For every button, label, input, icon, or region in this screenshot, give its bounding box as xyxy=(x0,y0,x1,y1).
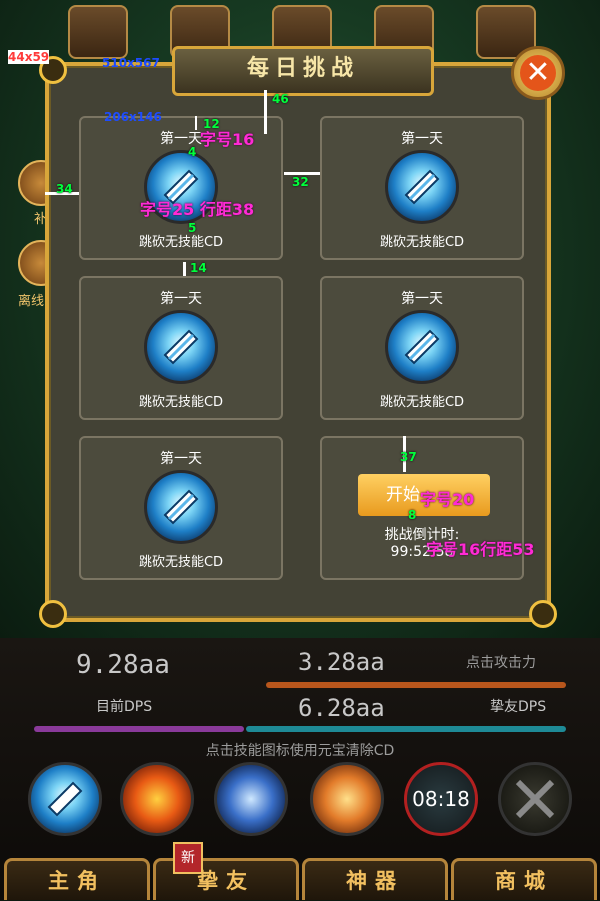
annotation-font-label: 字号25 行距38 xyxy=(140,200,255,219)
fire-warrior-skill-button[interactable] xyxy=(120,762,194,836)
close-x-icon: ✕ xyxy=(520,55,556,91)
current-dps-value: 9.28aa xyxy=(76,650,170,680)
jump-slash-skill-icon xyxy=(144,310,218,384)
challenge-card-day2[interactable]: 第一天 跳砍无技能CD xyxy=(320,116,524,260)
new-badge: 新 xyxy=(173,842,203,874)
card-skill-name: 跳砍无技能CD xyxy=(138,395,224,410)
annotation-gap: 32 xyxy=(292,175,309,189)
annotation-font-label: 字号20 xyxy=(420,490,475,509)
dialog-title: 每日挑战 xyxy=(172,46,434,96)
annotation-gap: 14 xyxy=(190,261,207,275)
annotation-gap: 34 xyxy=(56,182,73,196)
sword-icon xyxy=(47,781,83,817)
card-day-label: 第一天 xyxy=(160,451,202,467)
top-gear-icon[interactable] xyxy=(68,5,128,59)
annotation-ruler xyxy=(195,116,197,130)
current-dps-label: 目前DPS xyxy=(96,699,153,715)
panel-corner-ornament xyxy=(39,600,67,628)
card-day-label: 第一天 xyxy=(401,131,443,147)
attack-bar xyxy=(266,682,566,688)
jump-slash-skill-icon xyxy=(144,470,218,544)
annotation-card-size: 206x146 xyxy=(104,110,162,124)
challenge-card-day5[interactable]: 第一天 跳砍无技能CD xyxy=(79,436,283,580)
close-button[interactable]: ✕ xyxy=(511,46,565,100)
annotation-gap: 37 xyxy=(400,450,417,464)
skill-hint-text: 点击技能图标使用元宝清除CD xyxy=(205,743,395,759)
locked-skill-button[interactable] xyxy=(498,762,572,836)
attack-label: 点击攻击力 xyxy=(466,655,536,671)
friend-dps-value: 6.28aa xyxy=(298,694,385,722)
jump-slash-skill-icon xyxy=(385,150,459,224)
challenge-card-day4[interactable]: 第一天 跳砍无技能CD xyxy=(320,276,524,420)
annotation-font-label: 字号16 xyxy=(200,130,255,149)
current-dps-bar xyxy=(34,726,244,732)
friend-dps-label: 挚友DPS xyxy=(490,699,547,715)
card-skill-name: 跳砍无技能CD xyxy=(138,555,224,570)
jump-slash-skill-icon xyxy=(385,310,459,384)
tab-shop[interactable]: 商城 xyxy=(451,858,597,900)
annotation-font-label: 字号16行距53 xyxy=(426,540,535,559)
annotation-panel-size: 510x567 xyxy=(102,56,160,70)
attack-value: 3.28aa xyxy=(298,648,385,676)
annotation-ruler xyxy=(264,90,267,134)
friend-dps-bar xyxy=(246,726,566,732)
annotation-size-label: 44x59 xyxy=(8,50,50,64)
tab-artifact[interactable]: 神器 xyxy=(302,858,448,900)
side-label-2: 离线 xyxy=(18,294,45,309)
annotation-gap: 46 xyxy=(272,92,289,106)
annotation-gap: 8 xyxy=(408,508,417,522)
challenge-card-day3[interactable]: 第一天 跳砍无技能CD xyxy=(79,276,283,420)
fist-skill-button[interactable] xyxy=(310,762,384,836)
card-day-label: 第一天 xyxy=(160,291,202,307)
annotation-gap: 5 xyxy=(188,221,197,235)
cooldown-skill-button[interactable]: 08:18 xyxy=(404,762,478,836)
chain-lock-icon xyxy=(515,779,555,819)
card-skill-name: 跳砍无技能CD xyxy=(138,235,224,250)
card-day-label: 第一天 xyxy=(401,291,443,307)
lightning-warrior-skill-button[interactable] xyxy=(214,762,288,836)
tab-hero[interactable]: 主角 xyxy=(4,858,150,900)
card-skill-name: 跳砍无技能CD xyxy=(379,235,465,250)
panel-corner-ornament xyxy=(529,600,557,628)
annotation-ruler xyxy=(183,262,186,276)
card-skill-name: 跳砍无技能CD xyxy=(379,395,465,410)
jump-slash-skill-button[interactable] xyxy=(28,762,102,836)
annotation-gap: 4 xyxy=(188,145,197,159)
skill-cooldown-timer: 08:18 xyxy=(412,787,470,811)
